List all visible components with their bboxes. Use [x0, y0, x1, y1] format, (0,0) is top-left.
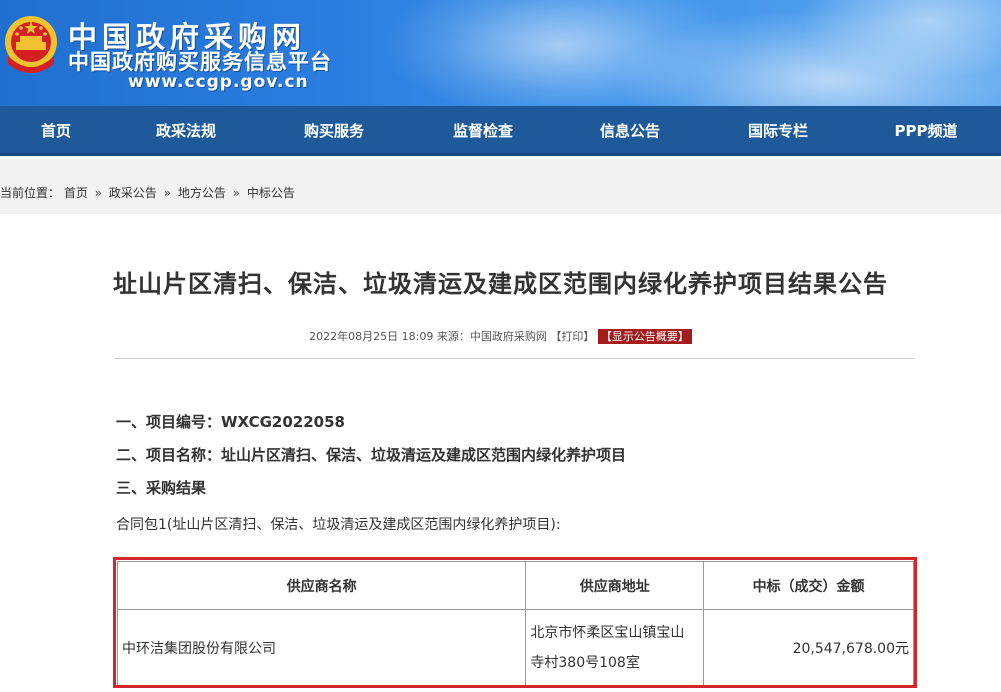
breadcrumb-local-announcements[interactable]: 地方公告	[178, 186, 226, 200]
highlight-box	[113, 557, 917, 688]
meta-source: 中国政府采购网	[469, 330, 547, 343]
breadcrumb-separator: »	[232, 186, 241, 200]
national-emblem-icon[interactable]	[2, 12, 60, 78]
nav-item-supervision[interactable]: 监督检查	[441, 106, 525, 156]
project-number: 一、项目编号：WXCG2022058	[116, 413, 345, 431]
breadcrumb-award-announcements[interactable]: 中标公告	[247, 186, 295, 200]
nav-item-regulations[interactable]: 政采法规	[146, 106, 226, 156]
nav-item-purchase-services[interactable]: 购买服务	[292, 106, 376, 156]
print-link[interactable]: 【打印】	[550, 330, 594, 343]
divider	[114, 358, 914, 359]
main-nav: 首页 政采法规 购买服务 监督检查 信息公告 国际专栏 PPP频道	[0, 106, 1001, 156]
contract-package-label: 合同包1(址山片区清扫、保洁、垃圾清运及建成区范围内绿化养护项目):	[116, 517, 561, 533]
page-title: 址山片区清扫、保洁、垃圾清运及建成区范围内绿化养护项目结果公告	[113, 270, 888, 298]
site-banner: 中国政府采购网 中国政府购买服务信息平台 www.ccgp.gov.cn	[0, 0, 1001, 106]
breadcrumb: 当前位置： 首页 » 政采公告 » 地方公告 » 中标公告	[0, 184, 295, 201]
breadcrumb-separator: »	[94, 186, 103, 200]
project-name: 二、项目名称：址山片区清扫、保洁、垃圾清运及建成区范围内绿化养护项目	[116, 446, 627, 464]
meta-date: 2022年08月25日 18:09 来源：	[309, 330, 470, 343]
show-summary-button[interactable]: 【显示公告概要】	[597, 329, 692, 344]
nav-item-ppp[interactable]: PPP频道	[884, 106, 968, 156]
nav-item-announcements[interactable]: 信息公告	[588, 106, 672, 156]
article-meta: 2022年08月25日 18:09 来源：中国政府采购网 【打印】 【显示公告概…	[0, 328, 1001, 344]
site-url[interactable]: www.ccgp.gov.cn	[128, 72, 309, 92]
breadcrumb-prefix: 当前位置：	[0, 186, 61, 200]
breadcrumb-home[interactable]: 首页	[64, 186, 88, 200]
breadcrumb-gov-announcements[interactable]: 政采公告	[109, 186, 157, 200]
nav-item-home[interactable]: 首页	[22, 106, 90, 156]
nav-item-international[interactable]: 国际专栏	[736, 106, 820, 156]
procurement-result-heading: 三、采购结果	[116, 479, 207, 497]
breadcrumb-separator: »	[163, 186, 172, 200]
